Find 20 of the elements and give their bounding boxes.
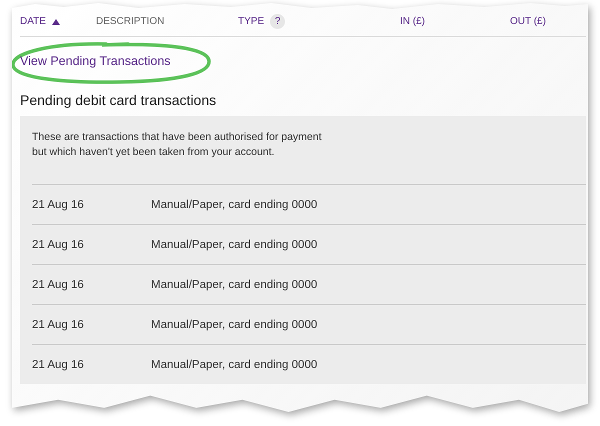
date-cell-text: 21 Aug 16 — [32, 318, 85, 330]
date-cell-text: 21 Aug 16 — [32, 198, 85, 210]
column-header: DESCRIPTION — [96, 16, 164, 27]
date-cell-text: 21 Aug 16 — [32, 358, 85, 370]
description-cell-text: Manual/Paper, card ending 0000 — [151, 358, 318, 370]
help-badge[interactable]: ? — [270, 14, 286, 29]
column-header[interactable]: TYPE — [238, 16, 264, 27]
date-cell-text: 21 Aug 16 — [32, 278, 85, 290]
section-heading: Pending debit card transactions — [20, 92, 218, 108]
pending-transactions-link[interactable]: View Pending Transactions — [20, 54, 171, 68]
date-cell-text: 21 Aug 16 — [32, 238, 85, 250]
description-cell-text: Manual/Paper, card ending 0000 — [151, 318, 318, 330]
column-header[interactable]: IN (£) — [400, 16, 425, 27]
description-cell-text: Manual/Paper, card ending 0000 — [151, 198, 318, 210]
column-header[interactable]: OUT (£) — [510, 16, 546, 27]
description-cell-text: Manual/Paper, card ending 0000 — [151, 278, 318, 290]
column-header[interactable]: DATE — [20, 16, 46, 27]
info-text: These are transactions that have been authorised for payment but which haven't yet been taken from your account. — [32, 130, 323, 160]
sort-up-icon[interactable] — [52, 18, 60, 24]
description-cell-text: Manual/Paper, card ending 0000 — [151, 238, 318, 250]
